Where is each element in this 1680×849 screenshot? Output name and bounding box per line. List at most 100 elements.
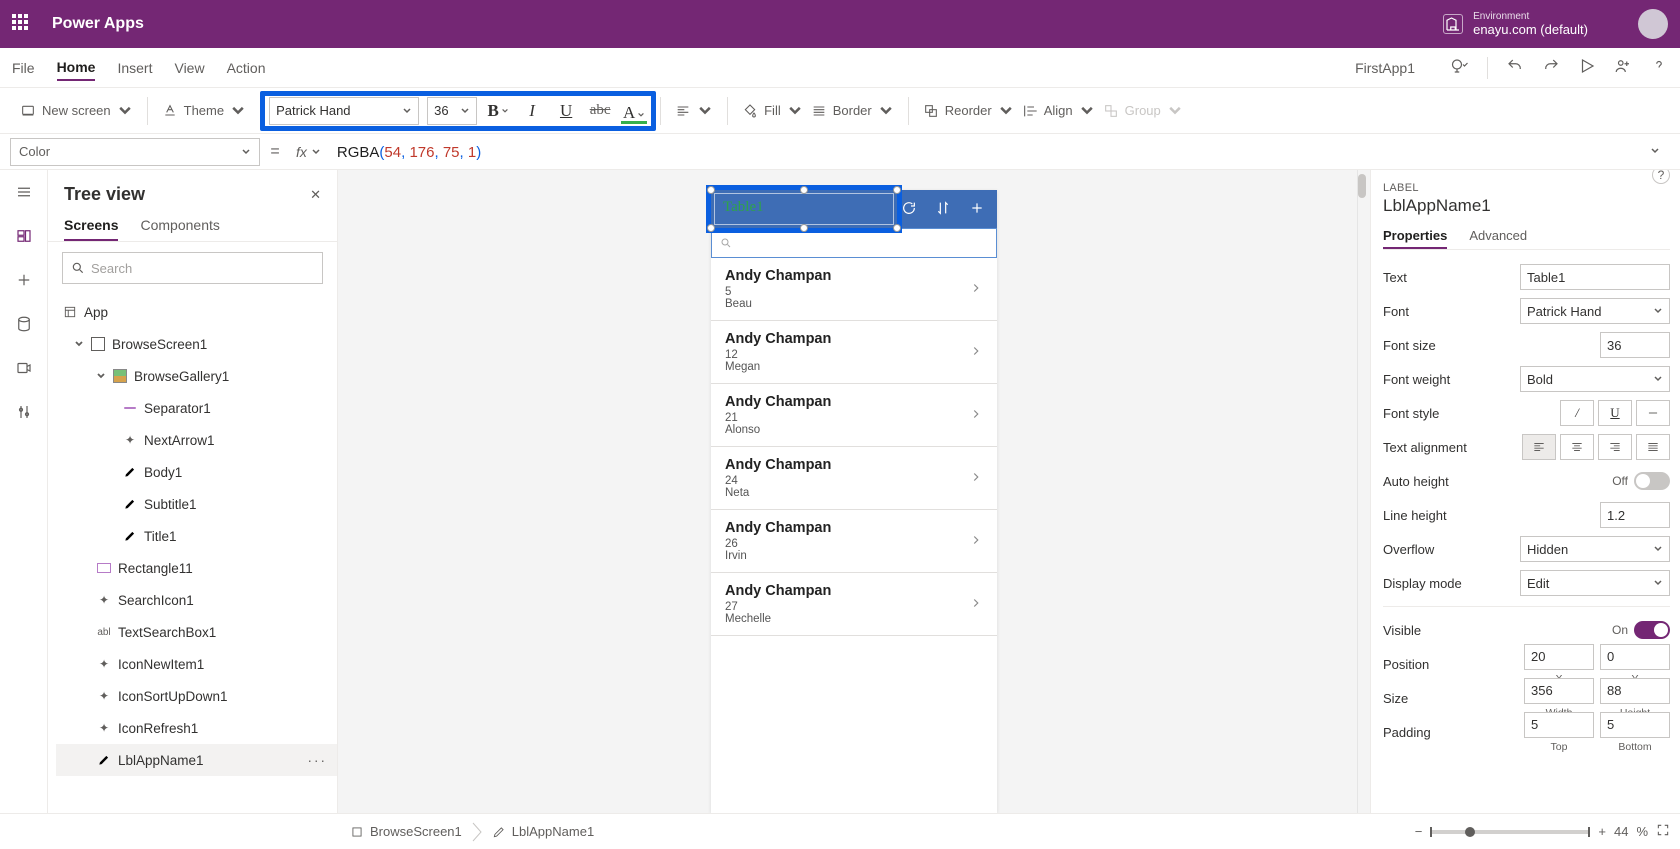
prop-text-input[interactable]: Table1 xyxy=(1520,264,1670,290)
chevron-right-icon[interactable] xyxy=(969,470,983,487)
list-item[interactable]: Andy Champan26Irvin xyxy=(711,510,997,573)
tab-components[interactable]: Components xyxy=(140,211,219,241)
tree-node-newitem[interactable]: ✦IconNewItem1 xyxy=(56,648,337,680)
tree-node-separator[interactable]: Separator1 xyxy=(56,392,337,424)
insert-icon[interactable] xyxy=(14,270,34,290)
tree-node-lblappname[interactable]: LblAppName1··· xyxy=(56,744,337,776)
hamburger-icon[interactable] xyxy=(14,182,34,202)
user-avatar[interactable] xyxy=(1638,9,1668,39)
property-selector[interactable]: Color xyxy=(10,138,260,166)
tree-view-icon[interactable] xyxy=(14,226,34,246)
font-selector[interactable]: Patrick Hand xyxy=(269,97,419,125)
canvas[interactable]: Table1 Search items Andy Champan5Beau An… xyxy=(338,170,1370,813)
fx-icon[interactable]: fx xyxy=(290,144,327,160)
tree-node-browsegallery[interactable]: BrowseGallery1 xyxy=(56,360,337,392)
prop-font-select[interactable]: Patrick Hand xyxy=(1520,298,1670,324)
align-button[interactable]: Align xyxy=(1022,103,1095,119)
align-center-button[interactable] xyxy=(1560,434,1594,460)
selection-outline[interactable]: Table1 xyxy=(706,185,902,233)
menu-insert[interactable]: Insert xyxy=(117,56,152,80)
tree-node-sort[interactable]: ✦IconSortUpDown1 xyxy=(56,680,337,712)
chevron-right-icon[interactable] xyxy=(969,344,983,361)
prop-height[interactable]: 88 xyxy=(1600,678,1670,704)
menu-view[interactable]: View xyxy=(174,56,204,80)
fit-screen-icon[interactable] xyxy=(1656,823,1670,840)
tree-search-input[interactable]: Search xyxy=(62,252,323,284)
tree-node-title1[interactable]: Title1 xyxy=(56,520,337,552)
theme-button[interactable]: Theme xyxy=(162,103,246,119)
prop-pad-bottom[interactable]: 5 xyxy=(1600,712,1670,738)
breadcrumb-element[interactable]: LblAppName1 xyxy=(482,820,604,843)
add-icon[interactable] xyxy=(969,200,985,219)
prop-pad-top[interactable]: 5 xyxy=(1524,712,1594,738)
sort-icon[interactable] xyxy=(935,200,951,219)
tree-node-nextarrow[interactable]: ✦NextArrow1 xyxy=(56,424,337,456)
data-icon[interactable] xyxy=(14,314,34,334)
list-item[interactable]: Andy Champan21Alonso xyxy=(711,384,997,447)
tab-properties[interactable]: Properties xyxy=(1383,224,1447,249)
environment-picker[interactable]: Environment enayu.com (default) xyxy=(1443,11,1588,37)
italic-button[interactable]: I xyxy=(519,98,545,124)
list-item[interactable]: Andy Champan27Mechelle xyxy=(711,573,997,636)
strike-button[interactable]: abc xyxy=(587,98,613,124)
autoheight-toggle[interactable] xyxy=(1634,472,1670,490)
menu-file[interactable]: File xyxy=(12,56,35,80)
undo-icon[interactable] xyxy=(1506,57,1524,78)
refresh-icon[interactable] xyxy=(901,200,917,219)
advanced-tools-icon[interactable] xyxy=(14,402,34,422)
prop-fontsize-input[interactable]: 36 xyxy=(1600,332,1670,358)
media-icon[interactable] xyxy=(14,358,34,378)
chevron-right-icon[interactable] xyxy=(969,281,983,298)
close-tree-icon[interactable]: ✕ xyxy=(310,187,321,203)
menu-action[interactable]: Action xyxy=(227,56,266,80)
list-item[interactable]: Andy Champan24Neta xyxy=(711,447,997,510)
underline-toggle[interactable]: U xyxy=(1598,400,1632,426)
strike-toggle[interactable] xyxy=(1636,400,1670,426)
zoom-slider[interactable] xyxy=(1430,830,1590,834)
canvas-scrollbar[interactable] xyxy=(1354,170,1370,813)
tree-node-rectangle[interactable]: Rectangle11 xyxy=(56,552,337,584)
zoom-in-button[interactable]: + xyxy=(1598,824,1606,839)
tree-node-subtitle[interactable]: Subtitle1 xyxy=(56,488,337,520)
app-checker-icon[interactable] xyxy=(1451,57,1469,78)
align-justify-button[interactable] xyxy=(1636,434,1670,460)
tree-node-body[interactable]: Body1 xyxy=(56,456,337,488)
align-left-button[interactable] xyxy=(1522,434,1556,460)
breadcrumb-screen[interactable]: BrowseScreen1 xyxy=(340,820,472,843)
prop-lineheight-input[interactable]: 1.2 xyxy=(1600,502,1670,528)
help-icon[interactable] xyxy=(1650,57,1668,78)
prop-width[interactable]: 356 xyxy=(1524,678,1594,704)
tree-node-refresh[interactable]: ✦IconRefresh1 xyxy=(56,712,337,744)
tree-node-textsearchbox[interactable]: ablTextSearchBox1 xyxy=(56,616,337,648)
tab-screens[interactable]: Screens xyxy=(64,211,118,241)
zoom-out-button[interactable]: − xyxy=(1415,824,1423,839)
font-size-selector[interactable]: 36 xyxy=(427,97,477,125)
chevron-right-icon[interactable] xyxy=(969,407,983,424)
chevron-right-icon[interactable] xyxy=(969,533,983,550)
prop-fontweight-select[interactable]: Bold xyxy=(1520,366,1670,392)
prop-pos-y[interactable]: 0 xyxy=(1600,644,1670,670)
prop-displaymode-select[interactable]: Edit xyxy=(1520,570,1670,596)
underline-button[interactable]: U xyxy=(553,98,579,124)
redo-icon[interactable] xyxy=(1542,57,1560,78)
italic-toggle[interactable]: / xyxy=(1560,400,1594,426)
list-item[interactable]: Andy Champan5Beau xyxy=(711,258,997,321)
share-icon[interactable] xyxy=(1614,57,1632,78)
prop-overflow-select[interactable]: Hidden xyxy=(1520,536,1670,562)
label-text[interactable]: Table1 xyxy=(723,199,764,216)
tree-node-browsescreen[interactable]: BrowseScreen1 xyxy=(56,328,337,360)
tab-advanced[interactable]: Advanced xyxy=(1469,224,1527,249)
align-text-button[interactable] xyxy=(675,103,713,119)
border-button[interactable]: Border xyxy=(811,103,894,119)
reorder-button[interactable]: Reorder xyxy=(923,103,1014,119)
menu-home[interactable]: Home xyxy=(57,55,96,81)
bold-button[interactable]: B xyxy=(485,98,511,124)
expand-formula-icon[interactable] xyxy=(1650,144,1670,159)
chevron-right-icon[interactable] xyxy=(969,596,983,613)
align-right-button[interactable] xyxy=(1598,434,1632,460)
prop-pos-x[interactable]: 20 xyxy=(1524,644,1594,670)
play-icon[interactable] xyxy=(1578,57,1596,78)
tree-node-searchicon[interactable]: ✦SearchIcon1 xyxy=(56,584,337,616)
waffle-icon[interactable] xyxy=(12,14,32,34)
tree-node-app[interactable]: App xyxy=(56,296,337,328)
